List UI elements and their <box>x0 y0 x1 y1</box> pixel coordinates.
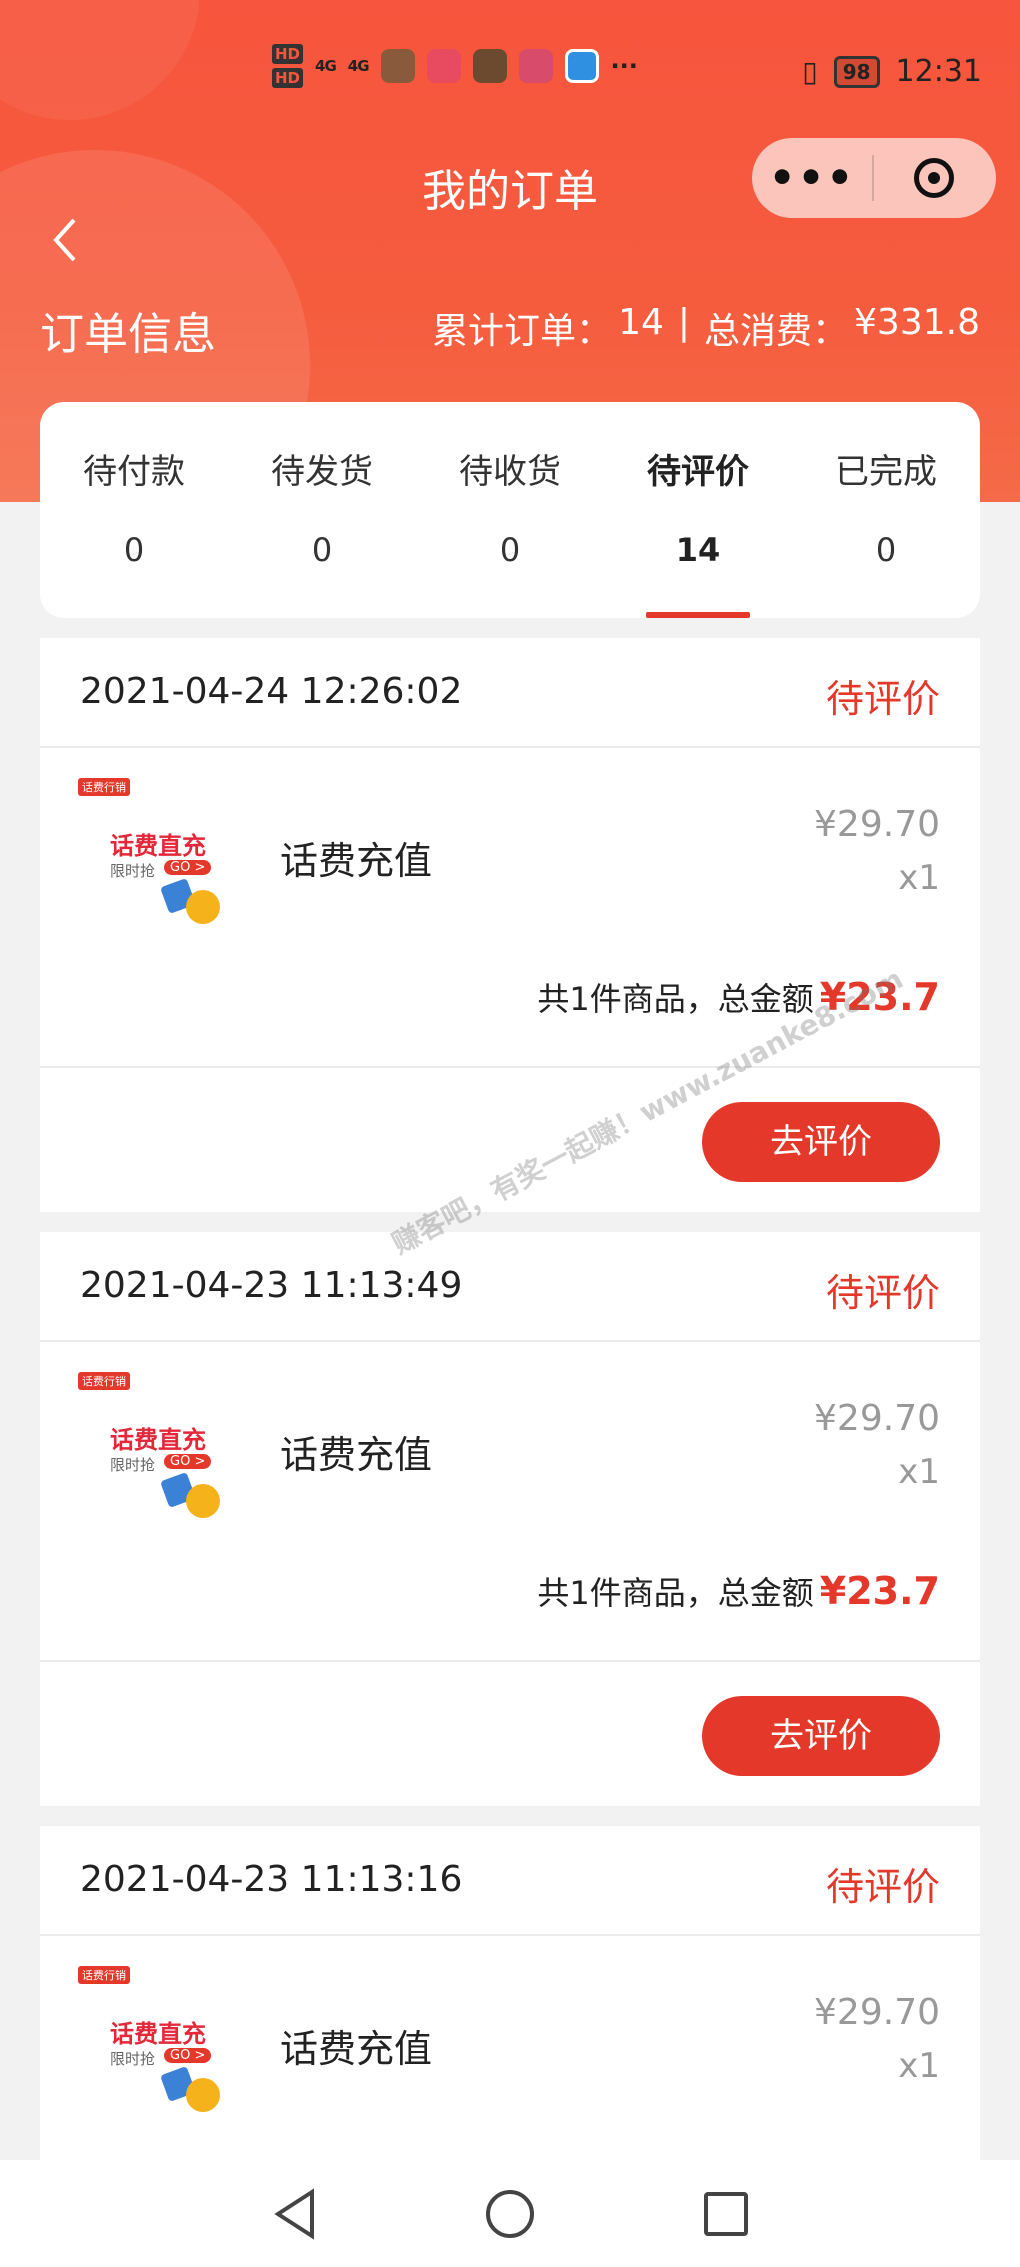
product-price: ¥29.70 <box>814 1398 940 1439</box>
tab-pending-shipment[interactable]: 待发货 0 <box>228 402 416 618</box>
tab-pending-review[interactable]: 待评价 14 <box>604 402 792 618</box>
tab-count: 0 <box>499 531 521 569</box>
total-spend-label: 总消费： <box>704 311 849 352</box>
coin-illustration <box>186 1484 220 1518</box>
coin-illustration <box>186 890 220 924</box>
thumb-tag: 话费行销 <box>78 1966 130 1984</box>
tab-label: 待评价 <box>647 452 749 492</box>
total-orders-value: 14 <box>618 302 664 343</box>
review-button[interactable]: 去评价 <box>702 1696 940 1776</box>
thumb-tag: 话费行销 <box>78 778 130 796</box>
order-card[interactable]: 2021-04-23 11:13:49 待评价 话费行销 话费直充 限时抢 GO… <box>40 1232 980 1806</box>
system-navigation-bar <box>0 2160 1020 2267</box>
order-item[interactable]: 话费行销 话费直充 限时抢 GO > 话费充值 ¥29.70 x1 <box>40 1936 980 2160</box>
target-icon <box>914 158 954 198</box>
order-card[interactable]: 2021-04-24 12:26:02 待评价 话费行销 话费直充 限时抢 GO… <box>40 638 980 1212</box>
order-status: 待评价 <box>825 1271 940 1315</box>
order-time: 2021-04-24 12:26:02 <box>80 671 463 712</box>
total-amount: ¥23.7 <box>819 1569 940 1613</box>
tab-count: 0 <box>123 531 145 569</box>
product-quantity: x1 <box>898 2046 940 2086</box>
total-orders-label: 累计订单： <box>432 311 613 352</box>
order-header: 2021-04-24 12:26:02 待评价 <box>40 638 980 748</box>
tab-count: 14 <box>675 531 721 569</box>
order-header: 2021-04-23 11:13:49 待评价 <box>40 1232 980 1342</box>
chevron-left-icon <box>53 218 76 262</box>
order-info-label: 订单信息 <box>40 309 216 360</box>
triangle-back-icon <box>274 2188 314 2240</box>
thumb-subtitle: 限时抢 <box>110 1456 156 1474</box>
thumb-tag: 话费行销 <box>78 1372 130 1390</box>
thumb-go: GO > <box>164 860 212 875</box>
vibrate-icon: ▯ <box>802 55 818 88</box>
more-button[interactable]: ••• <box>752 138 872 218</box>
tab-count: 0 <box>875 531 897 569</box>
thumb-go: GO > <box>164 2048 212 2063</box>
app-notification-icon <box>472 49 507 83</box>
tab-label: 已完成 <box>835 452 937 492</box>
order-total: 共1件商品，总金额 ¥23.7 <box>537 1568 940 1614</box>
thumb-go: GO > <box>164 1454 212 1469</box>
status-right: ▯ 98 12:31 <box>802 54 982 89</box>
tab-label: 待收货 <box>459 452 561 492</box>
coin-illustration <box>186 2078 220 2112</box>
product-price: ¥29.70 <box>814 804 940 845</box>
review-button[interactable]: 去评价 <box>702 1102 940 1182</box>
tab-pending-receipt[interactable]: 待收货 0 <box>416 402 604 618</box>
thumb-subtitle: 限时抢 <box>110 862 156 880</box>
tab-pending-payment[interactable]: 待付款 0 <box>40 402 228 618</box>
tab-label: 待付款 <box>83 452 185 492</box>
signal-icon: 4G <box>315 57 337 75</box>
product-quantity: x1 <box>898 1452 940 1492</box>
thumb-title: 话费直充 <box>110 2020 206 2048</box>
battery-icon: 98 <box>833 55 880 88</box>
app-notification-icon <box>518 49 553 83</box>
product-name: 话费充值 <box>280 2027 433 2071</box>
product-name: 话费充值 <box>280 1433 433 1477</box>
status-bar: HD HD 4G 4G ··· ▯ 98 12:31 <box>0 40 1020 110</box>
status-left: HD HD 4G 4G ··· <box>272 44 638 88</box>
clock: 12:31 <box>895 54 982 89</box>
product-price: ¥29.70 <box>814 1992 940 2033</box>
app-notification-icon <box>426 49 461 83</box>
hd-badge: HD <box>272 68 304 88</box>
thumb-title: 话费直充 <box>110 832 206 860</box>
system-home-button[interactable] <box>486 2190 534 2238</box>
system-recents-button[interactable] <box>704 2192 748 2236</box>
summary-separator: | <box>677 302 691 343</box>
product-thumbnail: 话费行销 话费直充 限时抢 GO > <box>78 778 220 924</box>
order-time: 2021-04-23 11:13:49 <box>80 1265 463 1306</box>
total-label: 共1件商品，总金额 <box>537 980 814 1018</box>
thumb-title: 话费直充 <box>110 1426 206 1454</box>
order-summary: 累计订单： 14 | 总消费： ¥331.8 <box>432 302 980 354</box>
product-quantity: x1 <box>898 858 940 898</box>
order-item[interactable]: 话费行销 话费直充 限时抢 GO > 话费充值 ¥29.70 x1 共1件商品，… <box>40 1342 980 1662</box>
order-status-tabs: 待付款 0 待发货 0 待收货 0 待评价 14 已完成 0 <box>40 402 980 618</box>
close-button[interactable] <box>874 158 994 198</box>
app-notification-icon <box>564 49 599 83</box>
tab-completed[interactable]: 已完成 0 <box>792 402 980 618</box>
product-thumbnail: 话费行销 话费直充 限时抢 GO > <box>78 1372 220 1518</box>
total-spend-value: ¥331.8 <box>854 302 980 343</box>
tab-count: 0 <box>311 531 333 569</box>
product-name: 话费充值 <box>280 839 433 883</box>
order-header: 2021-04-23 11:13:16 待评价 <box>40 1826 980 1936</box>
hd-badge: HD <box>272 44 304 64</box>
mini-program-capsule: ••• <box>752 138 996 218</box>
product-thumbnail: 话费行销 话费直充 限时抢 GO > <box>78 1966 220 2112</box>
system-back-button[interactable] <box>270 2186 320 2242</box>
order-card[interactable]: 2021-04-23 11:13:16 待评价 话费行销 话费直充 限时抢 GO… <box>40 1826 980 2160</box>
order-footer: 去评价 <box>40 1662 980 1806</box>
signal-icon: 4G <box>347 57 370 75</box>
hd-indicators: HD HD <box>272 44 304 88</box>
back-button[interactable] <box>46 210 96 270</box>
order-time: 2021-04-23 11:13:16 <box>80 1859 463 1900</box>
more-notifications-icon: ··· <box>610 52 638 80</box>
total-label: 共1件商品，总金额 <box>537 1574 814 1612</box>
thumb-subtitle: 限时抢 <box>110 2050 156 2068</box>
app-notification-icon <box>380 49 415 83</box>
tab-label: 待发货 <box>271 452 373 492</box>
order-status: 待评价 <box>825 1865 940 1909</box>
order-status: 待评价 <box>825 677 940 721</box>
